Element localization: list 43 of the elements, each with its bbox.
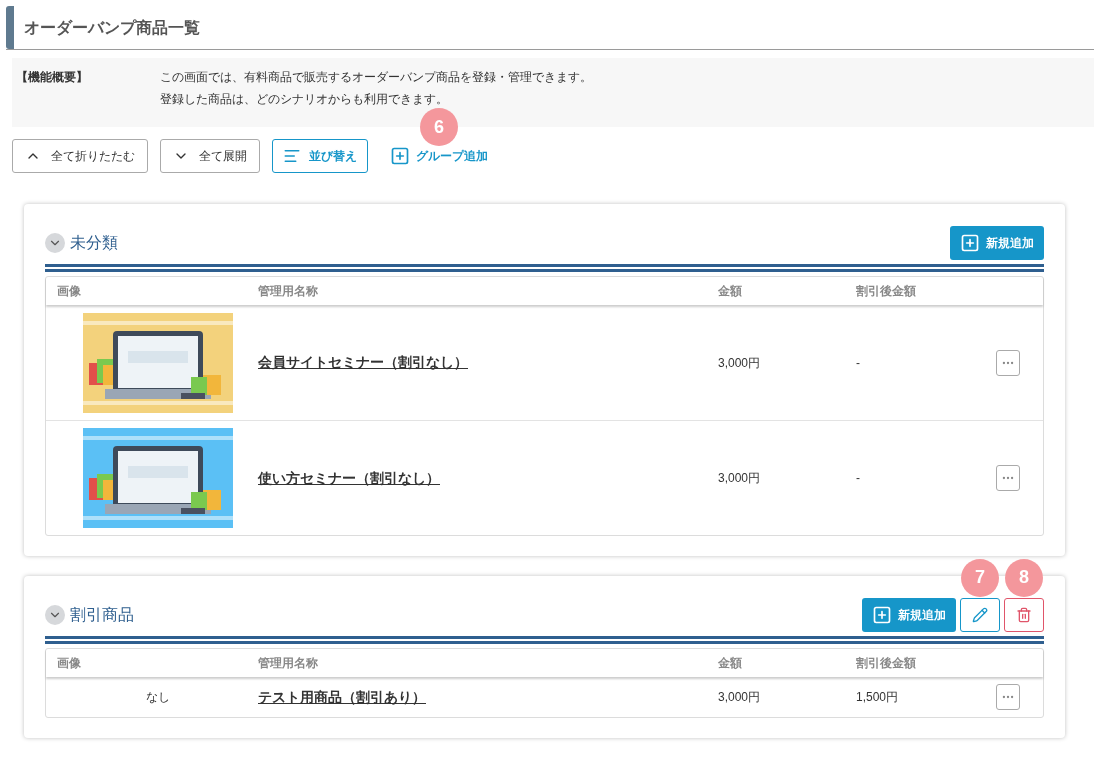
collapse-all-button[interactable]: 全て折りたたむ [12,139,148,173]
column-header: 画像 [57,283,81,300]
column-header: 割引後金額 [856,283,916,300]
column-header: 金額 [718,283,742,300]
overview-text: この画面では、有料商品で販売するオーダーバンプ商品を登録・管理できます。 [160,69,592,86]
add-icon [960,232,980,253]
no-image-text: なし [145,689,170,706]
edit-button[interactable] [960,597,1000,632]
expand-all-button[interactable]: 全て展開 [160,139,260,173]
callout-badge: 6 [420,108,458,146]
product-name-link[interactable]: 会員サイトセミナー（割引なし） [258,352,468,373]
overview-text: 登録した商品は、どのシナリオからも利用できます。 [160,91,449,108]
column-header: 割引後金額 [856,655,916,672]
delete-button[interactable] [1004,597,1044,632]
more-button[interactable] [996,684,1020,710]
callout-badge: 7 [961,558,999,597]
toggle-icon[interactable] [45,232,65,253]
price-text: 3,000円 [718,354,761,372]
edit-icon [972,606,988,623]
more-button[interactable] [996,349,1020,376]
sort-icon [283,147,301,165]
column-header: 画像 [57,655,81,672]
more-button[interactable] [996,465,1020,491]
price-text: 3,000円 [718,470,761,487]
column-header: 管理用名称 [258,655,318,672]
add-group-icon [390,146,410,166]
discounted-price-text: - [856,354,860,372]
add-icon [872,604,892,625]
group-title: 割引商品 [70,604,134,625]
price-text: 3,000円 [718,689,761,706]
callout-badge: 8 [1005,558,1043,597]
toggle-icon[interactable] [45,604,65,625]
title-accent-bar [6,6,14,49]
discounted-price-text: - [856,470,860,487]
discounted-price-text: 1,500円 [856,689,899,706]
product-name-link[interactable]: テスト用商品（割引あり） [258,686,426,708]
overview-label: 【機能概要】 [16,69,89,86]
product-name-link[interactable]: 使い方セミナー（割引なし） [258,467,440,489]
column-header: 管理用名称 [258,283,318,300]
column-header: 金額 [718,655,742,672]
trash-icon [1016,606,1032,623]
page-title: オーダーバンプ商品一覧 [24,17,200,38]
group-title: 未分類 [70,232,118,253]
